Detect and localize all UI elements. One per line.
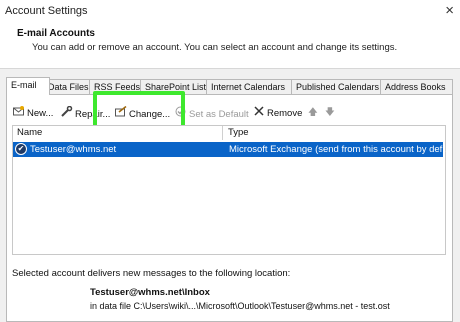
delivery-data-file: in data file C:\Users\wiki\...\Microsoft… [90,301,390,311]
new-email-icon [12,106,25,121]
move-down-icon[interactable]: 🡇 [325,106,335,120]
tab-published-calendars[interactable]: Published Calendars [291,79,387,94]
move-up-icon[interactable]: 🡅 [308,106,318,120]
account-type: Microsoft Exchange (send from this accou… [229,144,451,155]
header-title: E-mail Accounts [17,28,95,39]
tab-internet-calendars[interactable]: Internet Calendars [206,79,298,94]
delivery-folder: Testuser@whms.net\Inbox [90,287,210,298]
new-label: New... [27,108,54,119]
header-subtitle: You can add or remove an account. You ca… [32,42,398,53]
change-button-highlight [93,91,185,129]
tab-email[interactable]: E-mail [6,77,50,95]
remove-x-icon [252,106,265,121]
tab-address-books[interactable]: Address Books [380,79,453,94]
column-separator [222,126,223,140]
new-button[interactable]: New... [12,106,53,120]
repair-icon [60,105,73,122]
set-default-button[interactable]: Set as Default [174,106,249,120]
set-default-label: Set as Default [189,109,249,120]
window-title: Account Settings [5,5,88,17]
default-account-check-icon: ✔ [15,143,27,155]
account-name: Testuser@whms.net [30,144,117,155]
close-icon[interactable]: × [445,2,454,19]
dialog-header: E-mail Accounts You can add or remove an… [0,22,460,69]
delivery-label: Selected account delivers new messages t… [12,268,291,279]
remove-label: Remove [267,108,303,119]
title-bar: Account Settings × [0,0,460,22]
column-header-name[interactable]: Name [17,126,42,140]
column-header-type[interactable]: Type [228,126,249,140]
remove-button[interactable]: Remove [252,106,302,120]
table-row[interactable]: ✔ Testuser@whms.net Microsoft Exchange (… [13,142,450,157]
